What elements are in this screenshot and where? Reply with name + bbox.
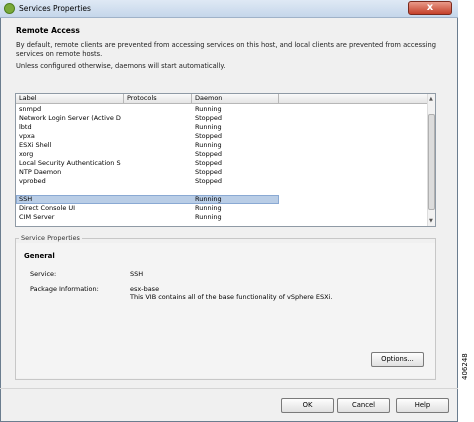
row-label: snmpd <box>19 105 42 113</box>
footer-divider <box>0 388 458 389</box>
row-daemon: Stopped <box>195 114 223 122</box>
row-daemon: Stopped <box>195 132 223 140</box>
scroll-up-arrow-icon[interactable]: ▲ <box>429 96 433 102</box>
table-row[interactable]: Direct Console UI Running <box>16 204 279 213</box>
package-description: This VIB contains all of the base functi… <box>130 293 333 301</box>
column-header-filler <box>279 94 427 104</box>
row-label: ESXi Shell <box>19 141 52 149</box>
figure-id: 406248 <box>461 353 469 380</box>
scroll-down-arrow-icon[interactable]: ▼ <box>429 218 433 224</box>
package-information-label: Package Information: <box>30 285 99 293</box>
service-label: Service: <box>30 270 57 278</box>
table-row[interactable]: Network Login Server (Active Di... Stoppe… <box>16 114 279 123</box>
row-daemon: Running <box>195 196 222 203</box>
row-daemon: Stopped <box>195 177 223 185</box>
table-row[interactable]: snmpd Running <box>16 105 279 114</box>
row-daemon: Running <box>195 141 222 149</box>
row-daemon: Running <box>195 105 222 113</box>
row-daemon: Stopped <box>195 159 223 167</box>
services-table[interactable]: Label Protocols Daemon snmpd Running Netw… <box>15 93 436 227</box>
column-header-protocols[interactable]: Protocols <box>124 94 192 104</box>
autostart-note: Unless configured otherwise, daemons wil… <box>16 62 226 70</box>
row-daemon: Stopped <box>195 150 223 158</box>
cancel-button[interactable]: Cancel <box>337 398 390 413</box>
vsphere-app-icon <box>4 3 15 14</box>
table-row[interactable]: vprobed Stopped <box>16 177 279 186</box>
remote-access-title: Remote Access <box>16 26 80 35</box>
table-row[interactable]: xorg Stopped <box>16 150 279 159</box>
table-row[interactable]: NTP Daemon Stopped <box>16 168 279 177</box>
general-title: General <box>24 252 55 260</box>
table-row[interactable]: lbtd Running <box>16 123 279 132</box>
column-header-daemon[interactable]: Daemon <box>192 94 279 104</box>
column-header-label[interactable]: Label <box>16 94 124 104</box>
row-daemon: Running <box>195 123 222 131</box>
table-row[interactable]: vpxa Stopped <box>16 132 279 141</box>
close-button[interactable]: x <box>408 1 452 15</box>
row-label: CIM Server <box>19 213 55 221</box>
row-label: xorg <box>19 150 34 158</box>
window-title: Services Properties <box>19 4 91 13</box>
options-button[interactable]: Options... <box>371 352 424 367</box>
service-properties-group-label: Service Properties <box>19 234 82 242</box>
row-daemon: Running <box>195 213 222 221</box>
row-label: NTP Daemon <box>19 168 62 176</box>
remote-access-description: By default, remote clients are prevented… <box>16 41 436 58</box>
row-label: SSH <box>19 196 33 203</box>
service-value: SSH <box>130 270 144 278</box>
ok-button[interactable]: OK <box>281 398 334 413</box>
row-daemon: Stopped <box>195 168 223 176</box>
row-label: vpxa <box>19 132 35 140</box>
table-row-selected[interactable]: SSH Running <box>16 195 279 204</box>
table-row[interactable]: Local Security Authentication Se... Stopp… <box>16 159 279 168</box>
package-name: esx-base <box>130 285 160 293</box>
scrollbar-thumb[interactable] <box>428 114 435 210</box>
row-label: Direct Console UI <box>19 204 76 212</box>
row-label: lbtd <box>19 123 32 131</box>
row-label: Local Security Authentication Se... <box>19 159 121 167</box>
table-row[interactable]: ESXi Shell Running <box>16 141 279 150</box>
table-row[interactable]: CIM Server Running <box>16 213 279 222</box>
row-daemon: Running <box>195 204 222 212</box>
row-label: vprobed <box>19 177 46 185</box>
help-button[interactable]: Help <box>396 398 449 413</box>
row-label: Network Login Server (Active Di... <box>19 114 121 122</box>
